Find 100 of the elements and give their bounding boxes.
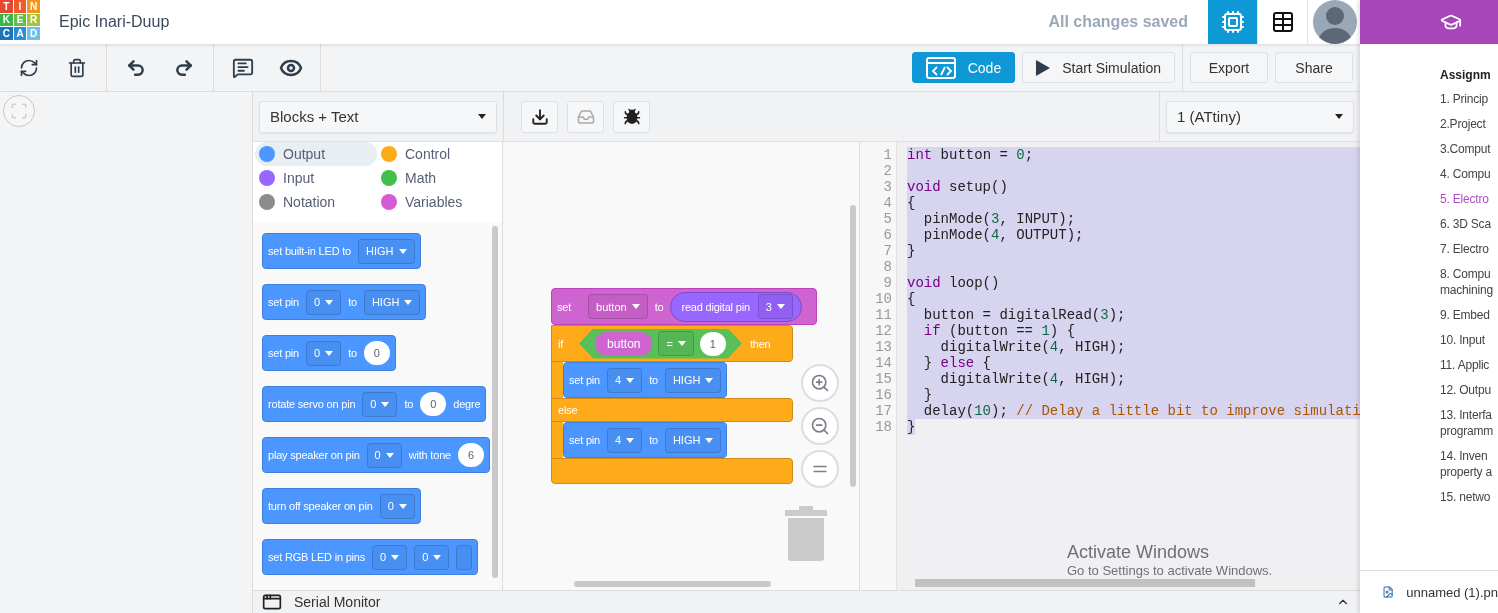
assignment-link[interactable]: 4. Compu xyxy=(1440,166,1498,182)
logo-letter: D xyxy=(27,27,40,40)
code-block[interactable]: rotate servo on pin 0 to 0 degre xyxy=(262,386,487,422)
action-button[interactable]: Share xyxy=(1275,52,1353,83)
zoom-out-icon xyxy=(810,416,830,436)
category-item[interactable]: Math xyxy=(377,166,502,190)
avatar-icon[interactable] xyxy=(1313,0,1357,44)
number-input[interactable]: 0 xyxy=(420,392,447,416)
block-label: to xyxy=(649,434,658,446)
fit-view-icon xyxy=(10,102,28,120)
chip-icon xyxy=(1220,10,1245,34)
block-label: set pin xyxy=(569,374,600,386)
category-label: Math xyxy=(405,170,437,186)
assignment-link[interactable]: 3.Comput xyxy=(1440,141,1498,157)
assignment-link[interactable]: 9. Embed xyxy=(1440,307,1498,323)
assignment-link[interactable]: 15. netwo xyxy=(1440,489,1498,505)
assignment-link[interactable]: 2.Project xyxy=(1440,116,1498,132)
assignment-link[interactable]: 8. Compu machining xyxy=(1440,266,1498,298)
block-label: then xyxy=(749,337,771,350)
line-number: 17 xyxy=(874,403,893,419)
zoom-in-icon xyxy=(810,373,830,393)
category-label: Input xyxy=(283,170,315,186)
line-number: 13 xyxy=(874,339,893,355)
category-item[interactable]: Control xyxy=(377,142,502,166)
caret-icon xyxy=(631,304,640,309)
code-block[interactable]: play speaker on pin 0 with tone 6 xyxy=(262,437,490,473)
assignment-link[interactable]: 12. Outpu xyxy=(1440,382,1498,398)
category-item[interactable]: Notation xyxy=(255,190,377,214)
assignment-link[interactable]: 1. Princip xyxy=(1440,91,1498,107)
project-title[interactable]: Epic Inari-Duup xyxy=(59,13,170,31)
number-input[interactable]: 1 xyxy=(699,331,726,356)
action-button[interactable]: Export xyxy=(1190,52,1268,83)
tool-button[interactable] xyxy=(521,100,558,133)
undo-icon xyxy=(126,57,146,78)
view-button[interactable] xyxy=(1258,0,1308,44)
delete-icon xyxy=(67,57,87,78)
line-number: 15 xyxy=(874,371,893,387)
code-icon xyxy=(925,56,956,79)
logo[interactable]: T I N K E R C A D xyxy=(0,0,40,40)
mode-dropdown[interactable]: Blocks + Text xyxy=(259,100,497,133)
block-label: turn off speaker on pin xyxy=(268,500,373,512)
line-number: 12 xyxy=(874,323,893,339)
block-label: set built-in LED to xyxy=(268,245,352,257)
assignment-link[interactable]: 14. Inven property a xyxy=(1440,448,1498,480)
download-filename[interactable]: unnamed (1).pn xyxy=(1406,584,1498,600)
reporter-block[interactable]: read digital pin 3 xyxy=(670,291,802,322)
caret-icon xyxy=(381,401,390,407)
code-block[interactable]: set pin 0 to 0 xyxy=(262,335,396,371)
block-label: set pin xyxy=(268,347,299,359)
logo-letter: I xyxy=(13,0,27,13)
category-item[interactable]: Input xyxy=(255,166,377,190)
device-dropdown[interactable]: 1 (ATtiny) xyxy=(1166,100,1354,133)
assignment-link[interactable]: 13. Interfa programm xyxy=(1440,407,1498,439)
assignment-link[interactable]: 7. Electro xyxy=(1440,241,1498,257)
assignment-link[interactable]: 11. Applic xyxy=(1440,357,1498,373)
scrollbar[interactable] xyxy=(574,581,771,587)
block-label: to xyxy=(348,347,357,359)
save-status: All changes saved xyxy=(1048,13,1188,31)
tool-button[interactable] xyxy=(613,100,650,133)
caret-icon xyxy=(478,114,486,119)
logo-letter: R xyxy=(27,13,40,27)
line-number: 11 xyxy=(874,307,893,323)
line-number: 14 xyxy=(874,355,893,371)
code-block[interactable]: set button to read digital pin 3 xyxy=(551,288,817,325)
caret-icon xyxy=(391,554,400,560)
line-number: 16 xyxy=(874,387,893,403)
category-label: Notation xyxy=(283,194,336,210)
caret-icon xyxy=(705,377,714,383)
caret-icon xyxy=(325,299,334,305)
notes-icon xyxy=(232,56,254,79)
scrollbar[interactable] xyxy=(850,205,856,487)
rotate-icon xyxy=(19,57,39,78)
assignment-link[interactable]: 6. 3D Sca xyxy=(1440,216,1498,232)
condition-block[interactable]: button = 1 xyxy=(579,328,742,359)
caret-icon xyxy=(325,350,334,356)
line-number: 18 xyxy=(874,419,893,435)
block-label: read digital pin xyxy=(681,300,750,313)
assignment-link[interactable]: 10. Input xyxy=(1440,332,1498,348)
zoom-out-button[interactable] xyxy=(801,407,839,445)
line-number: 1 xyxy=(882,147,893,163)
category-label: Output xyxy=(283,146,326,162)
caret-icon xyxy=(626,437,635,443)
assignment-link[interactable]: 5. Electro xyxy=(1440,191,1498,207)
table-icon xyxy=(1270,10,1295,34)
caret-icon xyxy=(398,248,407,254)
zoom-in-button[interactable] xyxy=(801,364,839,402)
number-input[interactable]: 6 xyxy=(457,443,484,467)
caret-icon xyxy=(398,503,407,509)
file-icon xyxy=(1382,584,1395,600)
number-input[interactable]: 0 xyxy=(363,341,390,365)
download-icon xyxy=(530,107,549,126)
scrollbar[interactable] xyxy=(492,226,498,578)
simulation-button[interactable]: Start Simulation xyxy=(1022,52,1175,83)
if-block-header[interactable]: if button = 1 then xyxy=(551,325,793,362)
block-dropdown[interactable]: 3 xyxy=(757,294,793,319)
category-item[interactable]: Variables xyxy=(377,190,502,214)
line-number: 5 xyxy=(882,211,893,227)
scrollbar[interactable] xyxy=(915,579,1255,587)
category-item[interactable]: Output xyxy=(255,142,377,166)
block-dropdown[interactable]: button xyxy=(588,294,648,319)
